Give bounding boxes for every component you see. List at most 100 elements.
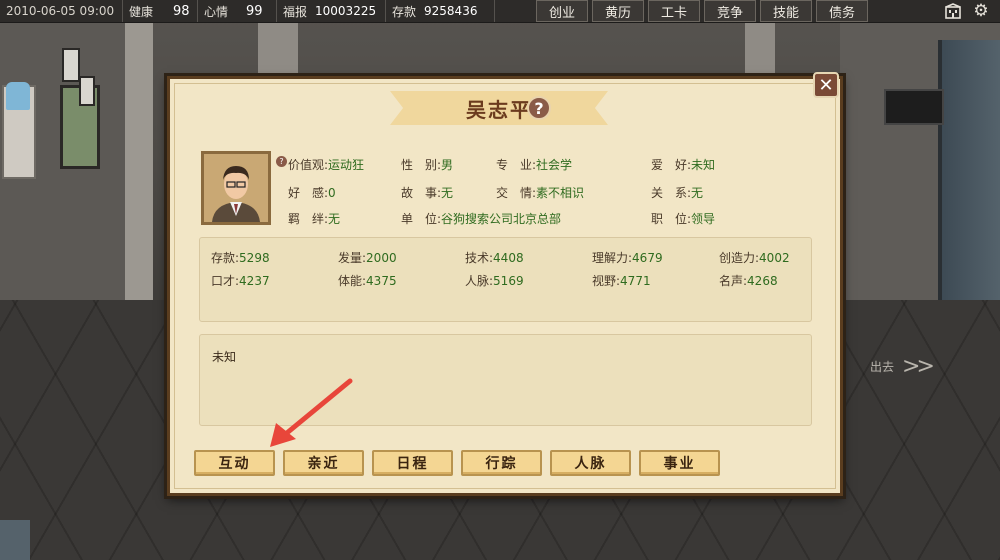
pillar bbox=[258, 22, 298, 82]
stat-label: 技术: bbox=[465, 251, 494, 265]
wall-painting bbox=[62, 48, 80, 82]
stat-savings: 存款:5298 bbox=[211, 249, 270, 266]
info-label: 关 系: bbox=[651, 186, 692, 200]
stat-value: 4679 bbox=[632, 251, 663, 265]
info-value: 素不相识 bbox=[536, 186, 585, 200]
info-value: 无 bbox=[691, 186, 704, 200]
exit-button[interactable]: 出去 >> bbox=[870, 354, 935, 379]
stat-label: 体能: bbox=[338, 274, 367, 288]
info-relation: 关 系:无 bbox=[651, 184, 703, 201]
info-value: 0 bbox=[328, 186, 336, 200]
stat-label: 存款: bbox=[211, 251, 240, 265]
info-label: 羁 绊: bbox=[288, 212, 329, 226]
interact-button[interactable]: 互动 bbox=[194, 450, 275, 476]
info-label: 职 位: bbox=[651, 212, 692, 226]
fortune-value: 10003225 bbox=[315, 4, 377, 18]
stat-creativity: 创造力:4002 bbox=[719, 249, 790, 266]
info-values: 价值观:运动狂 bbox=[288, 156, 364, 173]
values-help-icon[interactable]: ? bbox=[276, 156, 287, 167]
stat-stamina: 体能:4375 bbox=[338, 272, 397, 289]
info-major: 专 业:社会学 bbox=[496, 156, 572, 173]
whereabouts-button[interactable]: 行踪 bbox=[461, 450, 542, 476]
menu-debt-button[interactable]: 债务 bbox=[816, 0, 868, 22]
stat-value: 4408 bbox=[493, 251, 524, 265]
exit-label: 出去 bbox=[870, 360, 895, 374]
info-label: 价值观: bbox=[288, 158, 329, 172]
stat-label: 口才: bbox=[211, 274, 240, 288]
fortune-stat: 福报 10003225 bbox=[277, 0, 386, 22]
savings-value: 9258436 bbox=[424, 4, 478, 18]
stat-value: 4002 bbox=[759, 251, 790, 265]
info-value: 无 bbox=[441, 186, 454, 200]
info-favor: 好 感:0 bbox=[288, 184, 336, 201]
stat-value: 2000 bbox=[366, 251, 397, 265]
get-closer-button[interactable]: 亲近 bbox=[283, 450, 364, 476]
info-label: 爱 好: bbox=[651, 158, 692, 172]
stat-value: 5169 bbox=[493, 274, 524, 288]
savings-label: 存款 bbox=[392, 4, 417, 19]
stat-label: 人脉: bbox=[465, 274, 494, 288]
menu-workcard-button[interactable]: 工卡 bbox=[648, 0, 700, 22]
info-value: 领导 bbox=[691, 212, 716, 226]
character-dialog: 吴志平 ? ? 价值观:运动狂 性 别:男 专 业:社会学 爱 好:未知 好 感… bbox=[167, 76, 843, 496]
info-value: 运动狂 bbox=[328, 158, 365, 172]
mood-stat: 心情 99 bbox=[198, 0, 277, 22]
network-button[interactable]: 人脉 bbox=[550, 450, 631, 476]
info-label: 专 业: bbox=[496, 158, 537, 172]
info-label: 故 事: bbox=[401, 186, 442, 200]
info-value: 谷狗搜索公司北京总部 bbox=[441, 212, 562, 226]
stat-label: 创造力: bbox=[719, 251, 760, 265]
help-icon[interactable]: ? bbox=[527, 96, 551, 120]
gear-icon[interactable]: ⚙ bbox=[971, 1, 991, 21]
info-company: 单 位:谷狗搜索公司北京总部 bbox=[401, 210, 561, 227]
fortune-label: 福报 bbox=[283, 4, 308, 19]
info-story: 故 事:无 bbox=[401, 184, 453, 201]
character-portrait bbox=[201, 151, 271, 225]
building-icon[interactable] bbox=[943, 1, 963, 21]
stat-hair: 发量:2000 bbox=[338, 249, 397, 266]
stat-value: 4237 bbox=[239, 274, 270, 288]
info-bond: 羁 绊:无 bbox=[288, 210, 340, 227]
stat-value: 4375 bbox=[366, 274, 397, 288]
description-panel: 未知 bbox=[199, 334, 812, 426]
menu-competition-button[interactable]: 竞争 bbox=[704, 0, 756, 22]
trash-bin bbox=[0, 520, 30, 560]
schedule-button[interactable]: 日程 bbox=[372, 450, 453, 476]
info-hobby: 爱 好:未知 bbox=[651, 156, 715, 173]
stat-eloquence: 口才:4237 bbox=[211, 272, 270, 289]
stat-label: 理解力: bbox=[592, 251, 633, 265]
stat-label: 视野: bbox=[592, 274, 621, 288]
stat-network: 人脉:5169 bbox=[465, 272, 524, 289]
menu-almanac-button[interactable]: 黄历 bbox=[592, 0, 644, 22]
description-text: 未知 bbox=[212, 350, 237, 364]
close-icon[interactable]: ✕ bbox=[813, 72, 839, 98]
menu-skills-button[interactable]: 技能 bbox=[760, 0, 812, 22]
info-value: 无 bbox=[328, 212, 341, 226]
glass-door bbox=[938, 40, 1000, 340]
exit-arrow-icon: >> bbox=[902, 354, 935, 379]
info-value: 男 bbox=[441, 158, 454, 172]
microwave bbox=[884, 89, 944, 125]
stat-tech: 技术:4408 bbox=[465, 249, 524, 266]
top-menu: 创业 黄历 工卡 竞争 技能 债务 bbox=[536, 0, 872, 22]
action-buttons: 互动 亲近 日程 行踪 人脉 事业 bbox=[194, 450, 728, 476]
menu-startup-button[interactable]: 创业 bbox=[536, 0, 588, 22]
health-value: 98 bbox=[173, 3, 190, 19]
stat-label: 名声: bbox=[719, 274, 748, 288]
title-ribbon: 吴志平 bbox=[390, 91, 608, 125]
savings-stat: 存款 9258436 bbox=[386, 0, 495, 22]
stat-value: 5298 bbox=[239, 251, 270, 265]
mood-label: 心情 bbox=[204, 4, 229, 19]
datetime: 2010-06-05 09:00 bbox=[0, 0, 123, 22]
pillar bbox=[745, 22, 775, 82]
info-gender: 性 别:男 bbox=[401, 156, 453, 173]
info-position: 职 位:领导 bbox=[651, 210, 715, 227]
stat-vision: 视野:4771 bbox=[592, 272, 651, 289]
water-bottle bbox=[6, 82, 30, 110]
stat-label: 发量: bbox=[338, 251, 367, 265]
career-button[interactable]: 事业 bbox=[639, 450, 720, 476]
health-stat: 健康 98 bbox=[123, 0, 198, 22]
info-label: 好 感: bbox=[288, 186, 329, 200]
wall-painting bbox=[79, 76, 95, 106]
stat-fame: 名声:4268 bbox=[719, 272, 778, 289]
